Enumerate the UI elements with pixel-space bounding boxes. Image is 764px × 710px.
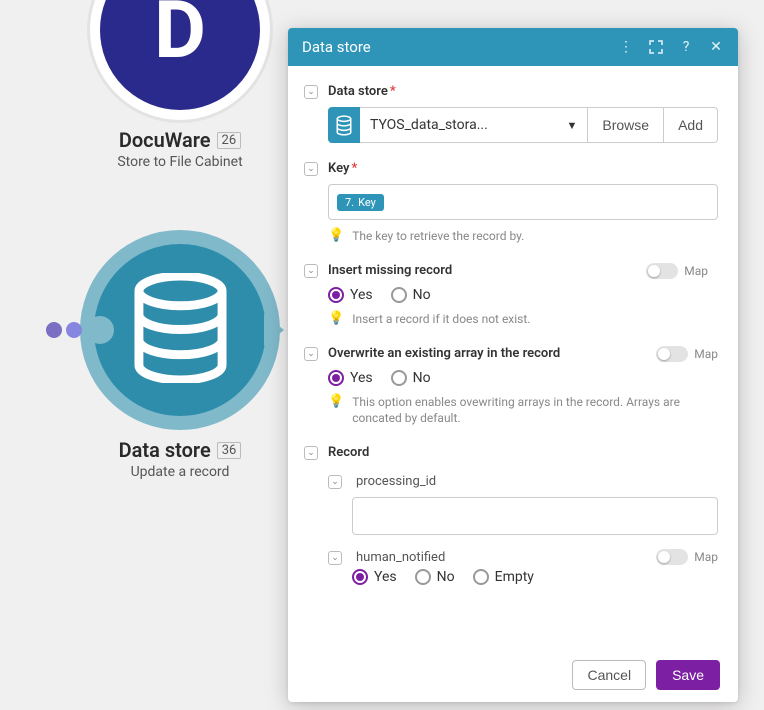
- database-icon: [328, 107, 360, 143]
- bulb-icon: 💡: [328, 394, 344, 409]
- help-icon[interactable]: ?: [678, 39, 694, 55]
- database-icon: [133, 273, 228, 387]
- overwrite-no[interactable]: No: [391, 370, 431, 386]
- processing-id-input[interactable]: [352, 497, 718, 535]
- collapse-toggle[interactable]: ⌄: [304, 162, 318, 176]
- map-toggle[interactable]: [646, 263, 678, 279]
- map-label: Map: [684, 264, 708, 278]
- more-icon[interactable]: ⋮: [618, 39, 634, 55]
- map-toggle[interactable]: [656, 346, 688, 362]
- insert-missing-yes[interactable]: Yes: [328, 287, 373, 303]
- collapse-toggle[interactable]: ⌄: [328, 551, 342, 565]
- map-label: Map: [694, 347, 718, 361]
- subfield-label-human-notified: human_notified: [356, 550, 445, 565]
- collapse-toggle[interactable]: ⌄: [304, 264, 318, 278]
- field-label-record: Record: [328, 445, 369, 460]
- output-connector[interactable]: [264, 314, 284, 346]
- node-title: DocuWare: [119, 128, 211, 152]
- cancel-button[interactable]: Cancel: [572, 660, 646, 690]
- node-badge: 26: [217, 132, 242, 149]
- docuware-icon: D: [90, 0, 270, 120]
- collapse-toggle[interactable]: ⌄: [304, 446, 318, 460]
- map-toggle[interactable]: [656, 549, 688, 565]
- subfield-label-processing-id: processing_id: [356, 474, 436, 489]
- node-subtitle: Store to File Cabinet: [70, 154, 290, 170]
- node-datastore[interactable]: Data store 36 Update a record: [50, 230, 310, 480]
- overwrite-yes[interactable]: Yes: [328, 370, 373, 386]
- key-pill[interactable]: 7. Key: [337, 194, 384, 211]
- save-button[interactable]: Save: [656, 660, 720, 690]
- insert-missing-no[interactable]: No: [391, 287, 431, 303]
- config-panel: Data store ⋮ ? ✕ ⌄ Data store*: [288, 28, 738, 702]
- chevron-down-icon: ▼: [567, 119, 578, 132]
- bulb-icon: 💡: [328, 228, 344, 243]
- collapse-toggle[interactable]: ⌄: [304, 347, 318, 361]
- node-docuware[interactable]: D DocuWare 26 Store to File Cabinet: [70, 0, 290, 170]
- add-button[interactable]: Add: [664, 107, 718, 143]
- key-input[interactable]: 7. Key: [328, 184, 718, 220]
- datastore-select[interactable]: TYOS_data_stora... ▼: [360, 107, 588, 143]
- map-label: Map: [694, 550, 718, 564]
- helper-text: Insert a record if it does not exist.: [352, 311, 530, 328]
- node-badge: 36: [217, 442, 242, 459]
- human-notified-empty[interactable]: Empty: [473, 569, 534, 585]
- panel-title: Data store: [302, 38, 371, 56]
- node-title: Data store: [119, 438, 211, 462]
- field-label-datastore: Data store*: [328, 84, 396, 99]
- field-label-insert-missing: Insert missing record: [328, 263, 452, 278]
- datastore-select-value: TYOS_data_stora...: [370, 117, 488, 133]
- helper-text: The key to retrieve the record by.: [352, 228, 524, 245]
- browse-button[interactable]: Browse: [588, 107, 664, 143]
- bulb-icon: 💡: [328, 311, 344, 326]
- input-connector-dots: [46, 316, 114, 344]
- helper-text: This option enables ovewriting arrays in…: [352, 394, 718, 428]
- panel-header: Data store ⋮ ? ✕: [288, 28, 738, 66]
- close-icon[interactable]: ✕: [708, 39, 724, 55]
- field-label-overwrite: Overwrite an existing array in the recor…: [328, 346, 560, 361]
- node-subtitle: Update a record: [50, 464, 310, 480]
- human-notified-no[interactable]: No: [415, 569, 455, 585]
- collapse-toggle[interactable]: ⌄: [304, 85, 318, 99]
- collapse-toggle[interactable]: ⌄: [328, 475, 342, 489]
- datastore-node-circle: [80, 230, 280, 430]
- human-notified-yes[interactable]: Yes: [352, 569, 397, 585]
- field-label-key: Key*: [328, 161, 357, 176]
- expand-icon[interactable]: [648, 39, 664, 55]
